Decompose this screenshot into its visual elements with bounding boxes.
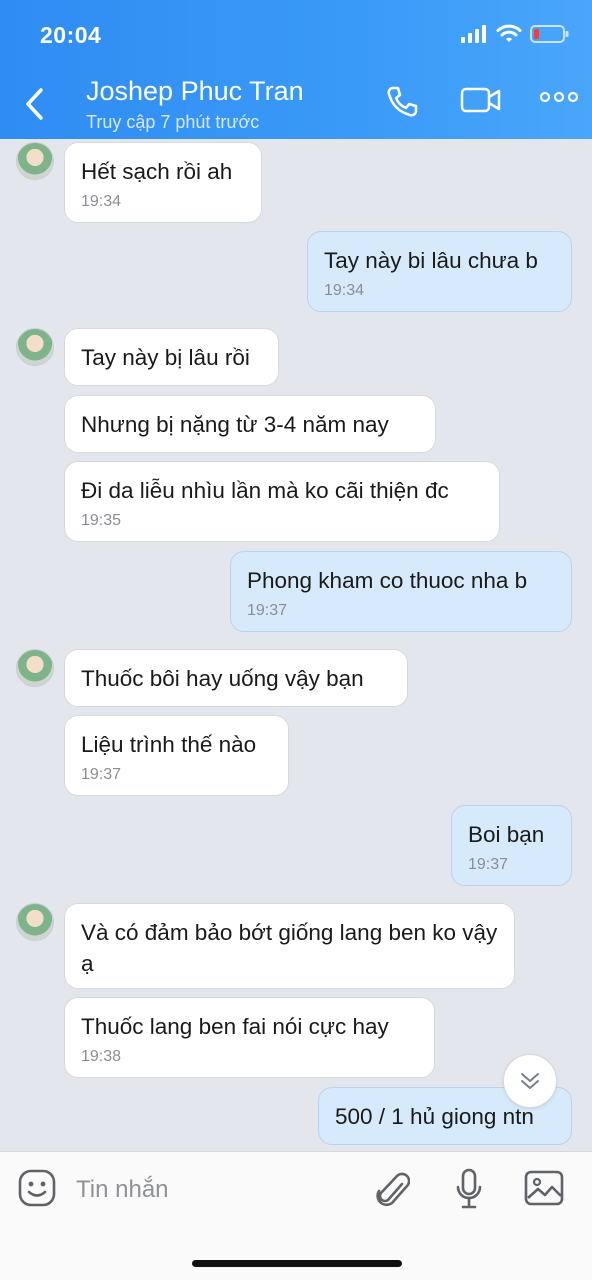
signal-icon bbox=[461, 25, 486, 43]
message-incoming[interactable]: Và có đảm bảo bớt giống lang ben ko vậy … bbox=[64, 903, 515, 989]
sticker-button[interactable] bbox=[18, 1169, 56, 1207]
message-incoming[interactable]: Đi da liễu nhìu lần mà ko cãi thiện đc 1… bbox=[64, 461, 500, 542]
more-options-button[interactable] bbox=[540, 90, 578, 104]
message-text: Liệu trình thế nào bbox=[81, 732, 257, 757]
avatar[interactable] bbox=[16, 649, 54, 687]
message-text: Đi da liễu nhìu lần mà ko cãi thiện đc bbox=[81, 478, 449, 503]
message-text: Hết sạch rồi ah bbox=[81, 159, 233, 184]
last-seen-status: Truy cập 7 phút trước bbox=[86, 112, 260, 132]
paperclip-icon bbox=[376, 1172, 410, 1207]
message-text: Và có đảm bảo bớt giống lang ben ko vậy … bbox=[81, 920, 498, 976]
double-chevron-down-icon bbox=[521, 1073, 539, 1089]
message-incoming[interactable]: Nhưng bị nặng từ 3-4 năm nay bbox=[64, 395, 436, 453]
message-incoming[interactable]: Thuốc bôi hay uống vậy bạn bbox=[64, 649, 408, 707]
avatar[interactable] bbox=[16, 328, 54, 366]
wifi-icon bbox=[496, 24, 522, 42]
home-indicator[interactable] bbox=[192, 1260, 402, 1267]
message-time: 19:38 bbox=[81, 1048, 122, 1065]
message-text: 500 / 1 hủ giong ntn bbox=[335, 1104, 534, 1129]
status-icons bbox=[460, 24, 570, 44]
microphone-icon bbox=[456, 1168, 482, 1209]
message-list[interactable]: Hết sạch rồi ah 19:34 Tay này bi lâu chư… bbox=[0, 139, 592, 1151]
message-text: Thuốc lang ben fai nói cực hay bbox=[81, 1014, 389, 1039]
message-text: Tay này bi lâu chưa b bbox=[324, 248, 538, 273]
message-incoming[interactable]: Tay này bị lâu rồi bbox=[64, 328, 279, 386]
scroll-to-bottom-button[interactable] bbox=[503, 1054, 557, 1108]
message-outgoing[interactable]: Tay này bi lâu chưa b 19:34 bbox=[307, 231, 572, 312]
more-dots-icon bbox=[540, 91, 578, 103]
message-text: Boi bạn bbox=[468, 822, 545, 847]
message-input[interactable]: Tin nhắn bbox=[76, 1176, 169, 1204]
status-time: 20:04 bbox=[40, 22, 102, 48]
message-time: 19:37 bbox=[247, 602, 288, 619]
image-button[interactable] bbox=[524, 1170, 564, 1206]
message-outgoing[interactable]: Phong kham co thuoc nha b 19:37 bbox=[230, 551, 572, 632]
phone-icon bbox=[387, 86, 418, 117]
message-text: Thuốc bôi hay uống vậy bạn bbox=[81, 666, 364, 691]
battery-icon bbox=[530, 25, 569, 43]
contact-name[interactable]: Joshep Phuc Tran bbox=[86, 76, 304, 107]
smiley-sticker-icon bbox=[18, 1169, 56, 1207]
avatar[interactable] bbox=[16, 142, 54, 180]
back-button[interactable] bbox=[18, 84, 50, 124]
message-outgoing[interactable]: Boi bạn 19:37 bbox=[451, 805, 572, 886]
message-incoming[interactable]: Thuốc lang ben fai nói cực hay 19:38 bbox=[64, 997, 435, 1078]
call-button[interactable] bbox=[384, 84, 420, 120]
video-call-button[interactable] bbox=[460, 84, 502, 116]
attach-button[interactable] bbox=[376, 1170, 410, 1210]
message-text: Tay này bị lâu rồi bbox=[81, 345, 250, 370]
message-incoming[interactable]: Hết sạch rồi ah 19:34 bbox=[64, 142, 262, 223]
message-time: 19:37 bbox=[468, 856, 509, 873]
video-camera-icon bbox=[460, 87, 501, 113]
message-text: Nhưng bị nặng từ 3-4 năm nay bbox=[81, 412, 389, 437]
chevron-left-icon bbox=[26, 88, 43, 120]
chat-header: 20:04 Joshep Phuc Tran Truy cập 7 phút t… bbox=[0, 0, 592, 139]
message-text: Phong kham co thuoc nha b bbox=[247, 568, 528, 593]
avatar[interactable] bbox=[16, 903, 54, 941]
message-time: 19:34 bbox=[81, 193, 122, 210]
image-gallery-icon bbox=[524, 1170, 564, 1206]
message-time: 19:34 bbox=[324, 282, 365, 299]
message-time: 19:35 bbox=[81, 512, 122, 529]
voice-button[interactable] bbox=[455, 1168, 483, 1210]
message-time: 19:37 bbox=[81, 766, 122, 783]
message-incoming[interactable]: Liệu trình thế nào 19:37 bbox=[64, 715, 289, 796]
